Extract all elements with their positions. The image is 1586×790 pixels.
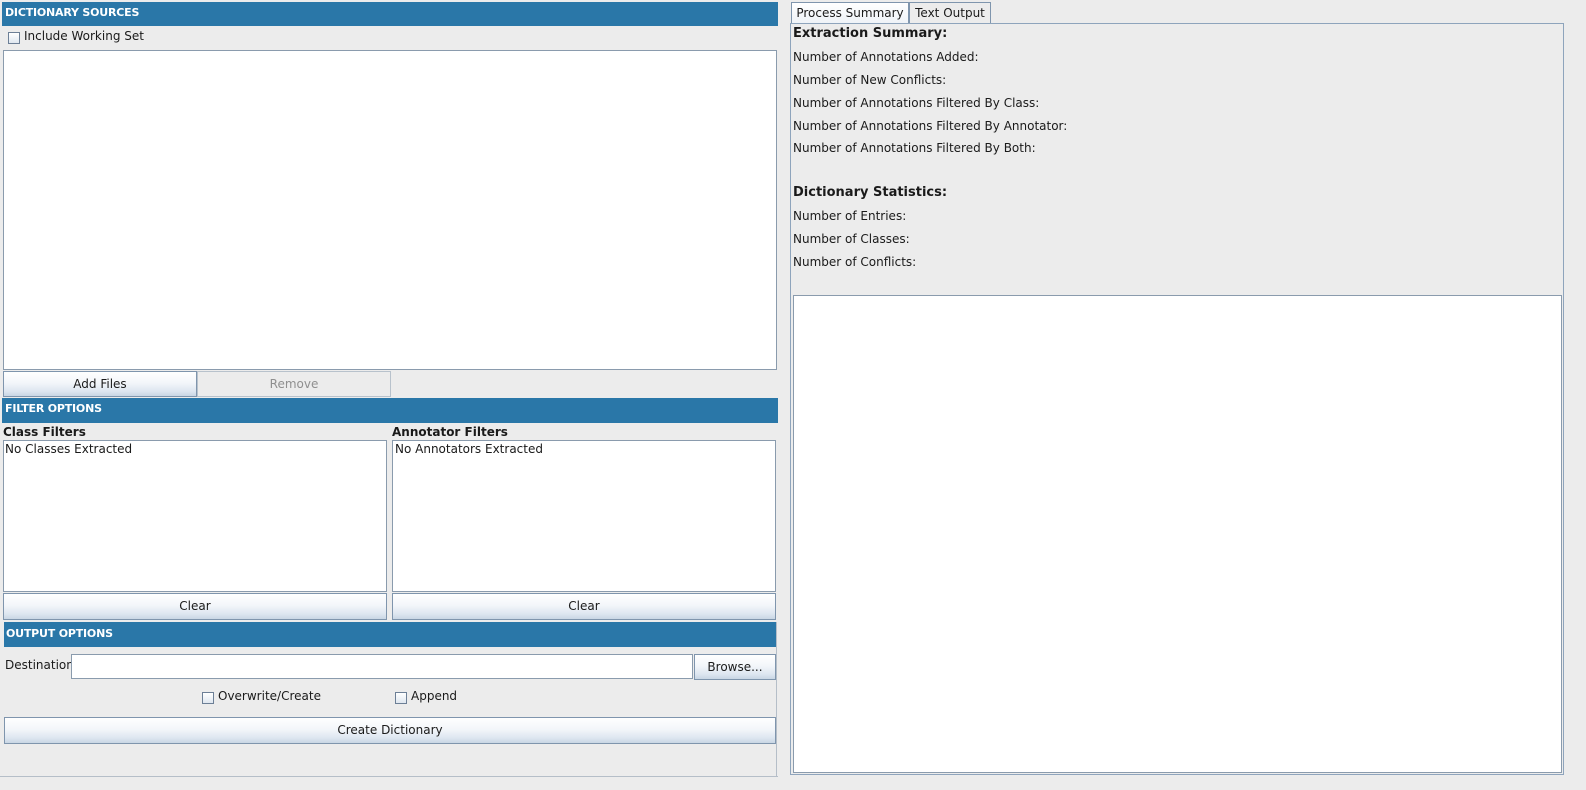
filter-options-header: FILTER OPTIONS xyxy=(2,398,778,423)
destination-label: Destination: xyxy=(5,658,78,672)
dictionary-sources-header: DICTIONARY SOURCES xyxy=(2,2,778,26)
annotator-filters-empty-text: No Annotators Extracted xyxy=(395,442,543,456)
append-checkbox[interactable] xyxy=(395,692,407,704)
left-panel-bottom-border xyxy=(0,776,778,777)
class-filters-title: Class Filters xyxy=(3,425,86,439)
tab-text-output[interactable]: Text Output xyxy=(909,2,991,23)
new-conflicts-label: Number of New Conflicts: xyxy=(793,73,947,87)
dictionary-sources-list[interactable] xyxy=(3,50,777,370)
tab-process-summary[interactable]: Process Summary xyxy=(791,2,909,24)
class-filters-clear-button[interactable]: Clear xyxy=(3,593,387,620)
overwrite-create-checkbox[interactable] xyxy=(202,692,214,704)
output-options-header: OUTPUT OPTIONS xyxy=(4,622,777,647)
left-panel-border xyxy=(776,622,777,776)
browse-button[interactable]: Browse... xyxy=(694,654,776,680)
annotator-filters-title: Annotator Filters xyxy=(392,425,508,439)
class-filters-list[interactable]: No Classes Extracted xyxy=(3,440,387,592)
destination-input[interactable] xyxy=(71,654,693,679)
left-panel: DICTIONARY SOURCES Include Working Set A… xyxy=(0,0,781,790)
filtered-by-both-label: Number of Annotations Filtered By Both: xyxy=(793,141,1036,155)
include-working-set-checkbox[interactable] xyxy=(8,32,20,44)
annotator-filters-list[interactable]: No Annotators Extracted xyxy=(392,440,776,592)
add-files-button[interactable]: Add Files xyxy=(3,371,197,397)
annotator-filters-clear-button[interactable]: Clear xyxy=(392,593,776,620)
filtered-by-class-label: Number of Annotations Filtered By Class: xyxy=(793,96,1040,110)
extraction-summary-title: Extraction Summary: xyxy=(793,26,948,41)
remove-button[interactable]: Remove xyxy=(197,371,391,397)
entries-label: Number of Entries: xyxy=(793,209,907,223)
classes-label: Number of Classes: xyxy=(793,232,910,246)
class-filters-empty-text: No Classes Extracted xyxy=(5,442,133,456)
conflicts-label: Number of Conflicts: xyxy=(793,255,917,269)
process-summary-panel: Extraction Summary: Number of Annotation… xyxy=(790,23,1564,775)
filtered-by-annotator-label: Number of Annotations Filtered By Annota… xyxy=(793,119,1068,133)
create-dictionary-button[interactable]: Create Dictionary xyxy=(4,717,776,744)
annotations-added-label: Number of Annotations Added: xyxy=(793,50,979,64)
overwrite-create-label[interactable]: Overwrite/Create xyxy=(218,689,321,703)
append-label[interactable]: Append xyxy=(411,689,457,703)
summary-output-area[interactable] xyxy=(793,295,1562,773)
dictionary-statistics-title: Dictionary Statistics: xyxy=(793,185,948,200)
include-working-set-label[interactable]: Include Working Set xyxy=(24,29,144,43)
